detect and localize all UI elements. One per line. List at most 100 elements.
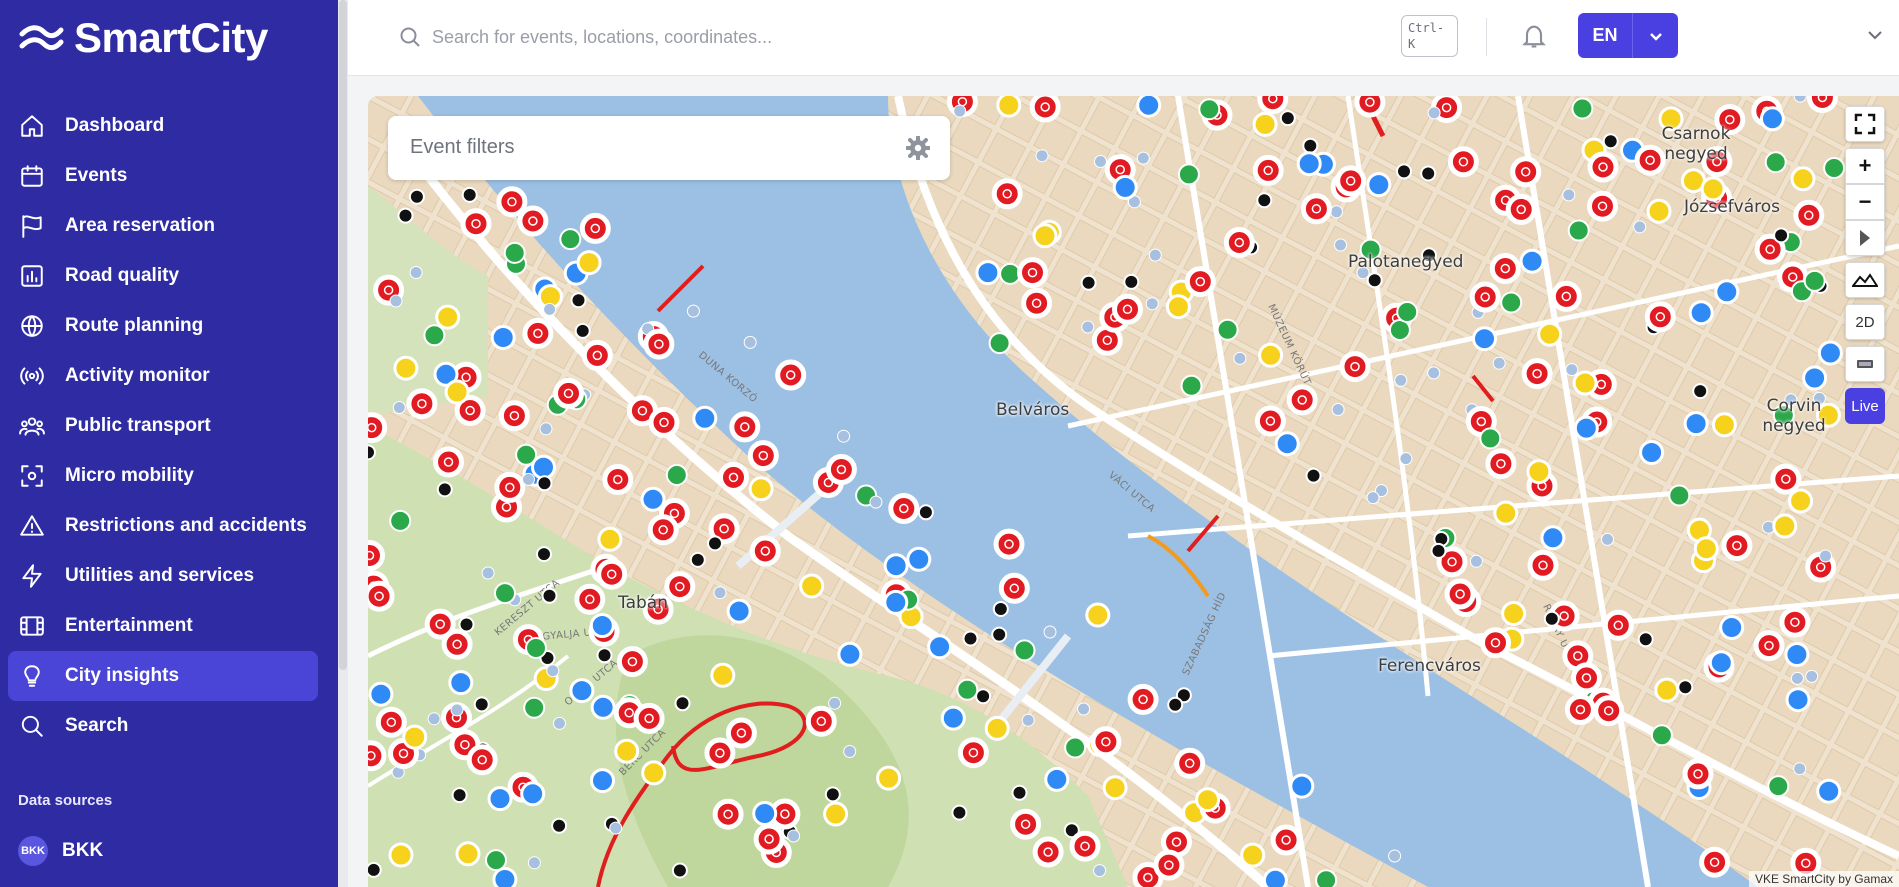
bike-share-marker[interactable]: [1300, 193, 1332, 225]
sidebar-item-restrictions-and-accidents[interactable]: Restrictions and accidents: [8, 501, 318, 551]
car-sharing-marker[interactable]: [1567, 219, 1590, 242]
brand[interactable]: SmartCity: [18, 14, 268, 62]
event-filters-label[interactable]: Event filters: [410, 136, 514, 159]
parking-marker[interactable]: [1793, 762, 1807, 776]
car-sharing-marker[interactable]: [1479, 427, 1502, 450]
scooter-marker[interactable]: [451, 787, 468, 804]
taxi-marker[interactable]: [597, 526, 623, 552]
bike-share-marker[interactable]: [375, 706, 407, 738]
bus-stop-marker[interactable]: [1274, 431, 1300, 457]
sidebar-scrollbar[interactable]: [338, 0, 348, 887]
scooter-marker[interactable]: [596, 647, 613, 664]
parking-marker[interactable]: [481, 566, 495, 580]
parking-marker[interactable]: [1427, 366, 1441, 380]
parking-marker[interactable]: [828, 696, 842, 710]
parking-marker[interactable]: [837, 429, 851, 443]
parking-marker[interactable]: [409, 266, 423, 279]
taxi-marker[interactable]: [748, 476, 774, 502]
bike-share-marker[interactable]: [496, 186, 528, 218]
parking-marker[interactable]: [1145, 297, 1159, 311]
bike-share-marker[interactable]: [553, 377, 584, 409]
taxi-marker[interactable]: [1102, 775, 1128, 801]
scooter-marker[interactable]: [1302, 137, 1319, 154]
bus-stop-marker[interactable]: [1296, 151, 1322, 177]
bus-stop-marker[interactable]: [1688, 300, 1714, 326]
terrain-icon[interactable]: [1845, 262, 1885, 298]
gear-icon[interactable]: [906, 136, 930, 160]
sidebar-item-road-quality[interactable]: Road quality: [8, 251, 318, 301]
scooter-marker[interactable]: [707, 535, 723, 552]
bike-share-marker[interactable]: [1270, 824, 1302, 856]
parking-marker[interactable]: [1043, 625, 1057, 639]
scooter-marker[interactable]: [1420, 165, 1437, 182]
scooter-marker[interactable]: [1279, 110, 1296, 127]
bike-share-marker[interactable]: [1721, 530, 1753, 562]
bike-share-marker[interactable]: [1447, 146, 1479, 178]
sidebar-item-events[interactable]: Events: [8, 151, 318, 201]
car-sharing-marker[interactable]: [494, 582, 516, 605]
parking-marker[interactable]: [543, 302, 557, 316]
taxi-marker[interactable]: [393, 355, 419, 381]
scooter-marker[interactable]: [1123, 273, 1140, 290]
car-sharing-marker[interactable]: [1216, 318, 1239, 341]
scooter-marker[interactable]: [1602, 133, 1619, 150]
car-sharing-marker[interactable]: [1198, 98, 1221, 121]
bike-share-marker[interactable]: [1485, 448, 1517, 480]
bike-share-marker[interactable]: [1354, 96, 1386, 118]
bike-share-marker[interactable]: [616, 646, 648, 678]
compass-icon[interactable]: [1845, 220, 1885, 256]
bike-share-marker[interactable]: [712, 798, 744, 830]
bike-share-marker[interactable]: [1127, 683, 1159, 715]
taxi-marker[interactable]: [1165, 294, 1191, 320]
sidebar-item-area-reservation[interactable]: Area reservation: [8, 201, 318, 251]
bike-share-marker[interactable]: [1223, 227, 1255, 258]
car-sharing-marker[interactable]: [1500, 291, 1523, 314]
taxi-marker[interactable]: [1240, 842, 1266, 868]
parking-marker[interactable]: [1136, 151, 1150, 165]
bike-share-marker[interactable]: [1029, 96, 1061, 123]
parking-marker[interactable]: [1035, 149, 1049, 163]
car-sharing-marker[interactable]: [559, 228, 582, 251]
car-sharing-marker[interactable]: [1315, 869, 1338, 887]
bus-stop-marker[interactable]: [589, 613, 615, 638]
bike-share-marker[interactable]: [1174, 747, 1206, 779]
parking-marker[interactable]: [1366, 491, 1380, 505]
bike-share-marker[interactable]: [753, 823, 785, 855]
layers-icon[interactable]: [1845, 346, 1885, 382]
bike-share-marker[interactable]: [1469, 281, 1501, 313]
bus-stop-marker[interactable]: [492, 867, 518, 887]
parking-marker[interactable]: [1427, 106, 1441, 120]
taxi-marker[interactable]: [1526, 459, 1552, 485]
bus-stop-marker[interactable]: [1683, 411, 1709, 437]
parking-marker[interactable]: [389, 294, 403, 308]
bus-stop-marker[interactable]: [1784, 642, 1810, 667]
parking-marker[interactable]: [539, 422, 553, 436]
scooter-marker[interactable]: [541, 587, 558, 604]
bus-stop-marker[interactable]: [1112, 174, 1138, 200]
sidebar-item-city-insights[interactable]: City insights: [8, 651, 318, 701]
taxi-marker[interactable]: [1790, 166, 1816, 192]
bus-stop-marker[interactable]: [726, 598, 752, 624]
bike-share-marker[interactable]: [643, 328, 675, 360]
taxi-marker[interactable]: [710, 662, 736, 688]
parking-marker[interactable]: [1093, 864, 1107, 878]
scooter-marker[interactable]: [824, 786, 841, 803]
parking-marker[interactable]: [1233, 351, 1247, 365]
scooter-marker[interactable]: [674, 695, 691, 712]
bus-stop-marker[interactable]: [1540, 525, 1566, 551]
sidebar-item-search[interactable]: Search: [8, 701, 318, 751]
taxi-marker[interactable]: [1693, 536, 1719, 562]
car-sharing-marker[interactable]: [1823, 157, 1846, 179]
bike-share-marker[interactable]: [1770, 463, 1802, 495]
car-sharing-marker[interactable]: [1571, 97, 1594, 120]
bike-share-marker[interactable]: [1644, 301, 1676, 333]
scrollbar-thumb[interactable]: [339, 0, 347, 670]
taxi-marker[interactable]: [1252, 111, 1278, 137]
bus-stop-marker[interactable]: [906, 546, 932, 572]
bike-share-marker[interactable]: [747, 440, 779, 472]
scooter-marker[interactable]: [458, 616, 475, 633]
scooter-marker[interactable]: [1305, 467, 1322, 484]
bike-share-marker[interactable]: [1527, 549, 1559, 581]
bike-share-marker[interactable]: [1286, 384, 1318, 416]
bike-share-marker[interactable]: [725, 717, 757, 749]
